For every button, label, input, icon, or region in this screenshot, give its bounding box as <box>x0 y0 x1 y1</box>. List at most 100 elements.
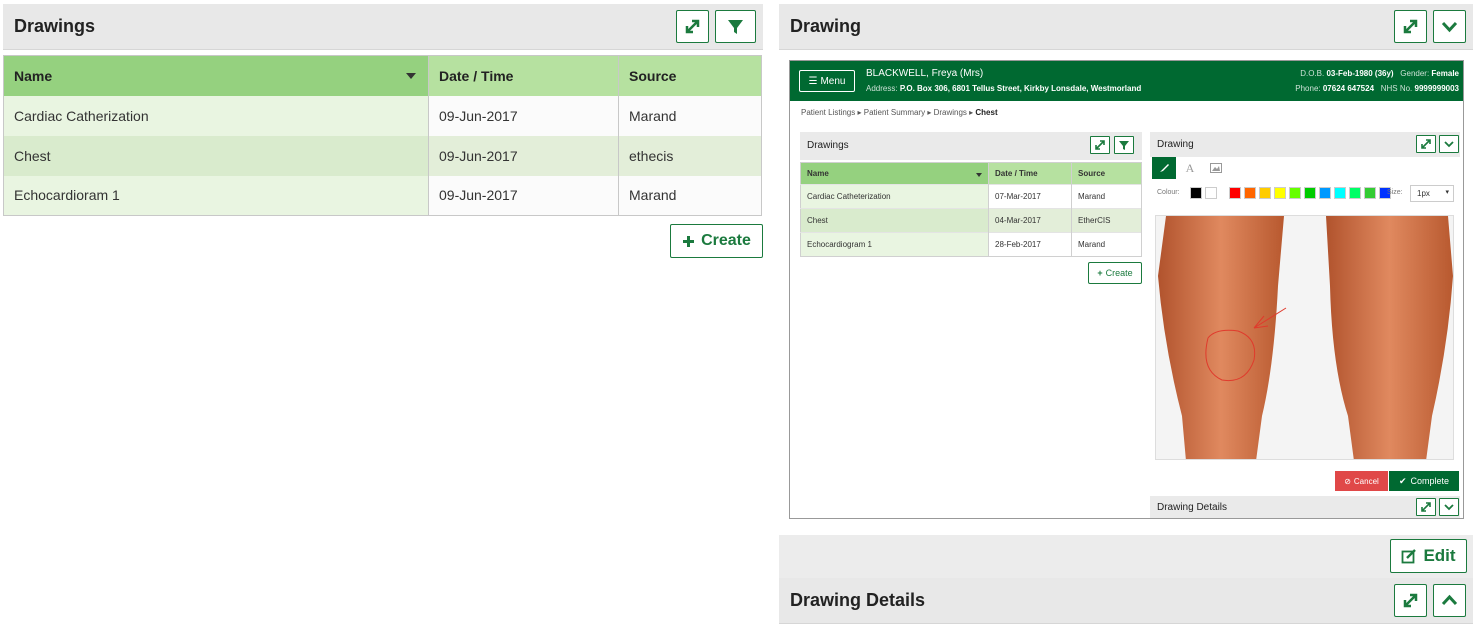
table-row[interactable]: Echocardioram 1 09-Jun-2017 Marand <box>3 175 762 216</box>
address-label: Address: <box>866 84 898 93</box>
table-row[interactable]: Chest 09-Jun-2017 ethecis <box>3 135 762 176</box>
edit-button[interactable]: Edit <box>1390 539 1467 573</box>
mini-collapse-button[interactable] <box>1439 135 1459 153</box>
colour-swatch[interactable] <box>1205 187 1217 199</box>
collapse-button[interactable] <box>1433 10 1466 43</box>
image-icon <box>1210 163 1222 173</box>
colour-swatch[interactable] <box>1319 187 1331 199</box>
cell-name: Chest <box>800 208 989 233</box>
cancel-button[interactable]: ⊘ Cancel <box>1335 471 1388 491</box>
legs-image <box>1158 216 1453 459</box>
image-tool[interactable] <box>1204 157 1228 179</box>
chevron-down-icon <box>1444 504 1454 511</box>
mini-drawing-title: Drawing <box>1157 139 1194 150</box>
cell-name: Cardiac Catheterization <box>800 184 989 209</box>
cell-date: 04-Mar-2017 <box>988 208 1072 233</box>
nhs-label: NHS No. <box>1380 84 1413 93</box>
drawing-details-header: Drawing Details <box>779 578 1473 624</box>
edit-button-label: Edit <box>1423 546 1456 565</box>
cell-name: Echocardioram 1 <box>3 175 429 216</box>
breadcrumb-item[interactable]: Drawings <box>934 108 967 117</box>
colour-swatch[interactable] <box>1364 187 1376 199</box>
plus-icon: + <box>1097 268 1103 278</box>
expand-collapse-button[interactable] <box>1433 584 1466 617</box>
mini-expand-button[interactable] <box>1416 135 1436 153</box>
chevron-down-icon <box>1444 141 1454 148</box>
table-row[interactable]: Cardiac Catheterization 07-Mar-2017 Mara… <box>800 184 1142 209</box>
dob-label: D.O.B. <box>1300 69 1325 78</box>
phone-value: 07624 647524 <box>1322 84 1375 93</box>
cancel-label: Cancel <box>1353 476 1379 486</box>
nhs-value: 9999999003 <box>1414 84 1460 93</box>
cell-source: ethecis <box>618 135 762 176</box>
mini-collapse-button[interactable] <box>1439 498 1459 516</box>
menu-button[interactable]: ☰ Menu <box>799 70 855 92</box>
colour-swatch[interactable] <box>1229 187 1241 199</box>
column-header-source[interactable]: Source <box>618 55 762 96</box>
size-select[interactable]: 1px ▾ <box>1410 185 1454 202</box>
sort-caret-icon[interactable] <box>976 173 982 177</box>
cell-name: Chest <box>3 135 429 176</box>
colour-swatch[interactable] <box>1304 187 1316 199</box>
breadcrumb-item[interactable]: Patient Listings <box>801 108 855 117</box>
column-header-source[interactable]: Source <box>1071 162 1142 185</box>
colour-swatch[interactable] <box>1289 187 1301 199</box>
mini-expand-button[interactable] <box>1090 136 1110 154</box>
mini-details-title: Drawing Details <box>1157 502 1228 513</box>
brush-tool[interactable] <box>1152 157 1176 179</box>
colour-swatch[interactable] <box>1259 187 1271 199</box>
filter-icon <box>728 20 743 34</box>
text-tool[interactable]: A <box>1178 157 1202 179</box>
breadcrumb-item[interactable]: Patient Summary <box>864 108 925 117</box>
mini-expand-button[interactable] <box>1416 498 1436 516</box>
plus-icon <box>683 235 695 247</box>
cell-name: Cardiac Catherization <box>3 95 429 136</box>
chevron-down-icon <box>1441 21 1458 33</box>
colour-swatch[interactable] <box>1349 187 1361 199</box>
cell-source: Marand <box>618 175 762 216</box>
edit-icon <box>1402 549 1417 564</box>
colour-label: Colour: <box>1157 189 1180 196</box>
cancel-icon: ⊘ <box>1344 476 1351 486</box>
size-value: 1px <box>1417 189 1430 198</box>
table-row[interactable]: Cardiac Catherization 09-Jun-2017 Marand <box>3 95 762 136</box>
menu-icon: ☰ <box>808 75 818 87</box>
size-label: Size: <box>1387 189 1403 196</box>
expand-button[interactable] <box>676 10 709 43</box>
drawing-canvas[interactable] <box>1155 215 1454 460</box>
patient-address: Address: P.O. Box 306, 6801 Tellus Stree… <box>866 84 1141 93</box>
column-header-name[interactable]: Name <box>800 162 989 185</box>
colour-swatch[interactable] <box>1190 187 1202 199</box>
phone-label: Phone: <box>1295 84 1321 93</box>
create-button[interactable]: Create <box>670 224 763 258</box>
column-header-date[interactable]: Date / Time <box>988 162 1072 185</box>
cell-source: Marand <box>1071 184 1142 209</box>
sort-caret-icon[interactable] <box>406 73 416 79</box>
colour-swatch[interactable] <box>1274 187 1286 199</box>
mini-create-label: Create <box>1105 268 1133 278</box>
drawing-details-title: Drawing Details <box>790 590 926 610</box>
mini-drawings-table: Name Date / Time Source Cardiac Catheter… <box>800 162 1142 257</box>
expand-button[interactable] <box>1394 584 1427 617</box>
expand-icon <box>1403 19 1418 34</box>
patient-banner: ☰ Menu BLACKWELL, Freya (Mrs) Address: P… <box>790 61 1463 101</box>
mini-filter-button[interactable] <box>1114 136 1134 154</box>
complete-button[interactable]: ✔ Complete <box>1389 471 1459 491</box>
mini-details-header: Drawing Details <box>1150 496 1460 518</box>
table-row[interactable]: Chest 04-Mar-2017 EtherCIS <box>800 208 1142 233</box>
mini-create-button[interactable]: + Create <box>1088 262 1142 284</box>
column-header-date[interactable]: Date / Time <box>428 55 619 96</box>
dob-value: 03-Feb-1980 (36y) <box>1326 69 1394 78</box>
expand-button[interactable] <box>1394 10 1427 43</box>
colour-swatch[interactable] <box>1334 187 1346 199</box>
drawing-image[interactable]: ☰ Menu BLACKWELL, Freya (Mrs) Address: P… <box>789 60 1464 519</box>
colour-swatch[interactable] <box>1244 187 1256 199</box>
gender-value: Female <box>1431 69 1459 78</box>
filter-button[interactable] <box>715 10 756 43</box>
drawings-panel-header: Drawings <box>3 4 763 50</box>
filter-icon <box>1119 141 1129 150</box>
table-row[interactable]: Echocardiogram 1 28-Feb-2017 Marand <box>800 232 1142 257</box>
patient-phone-nhs: Phone: 07624 647524 NHS No. 9999999003 <box>1295 84 1459 93</box>
drawing-panel-header: Drawing <box>779 4 1473 50</box>
column-header-name[interactable]: Name <box>3 55 429 96</box>
